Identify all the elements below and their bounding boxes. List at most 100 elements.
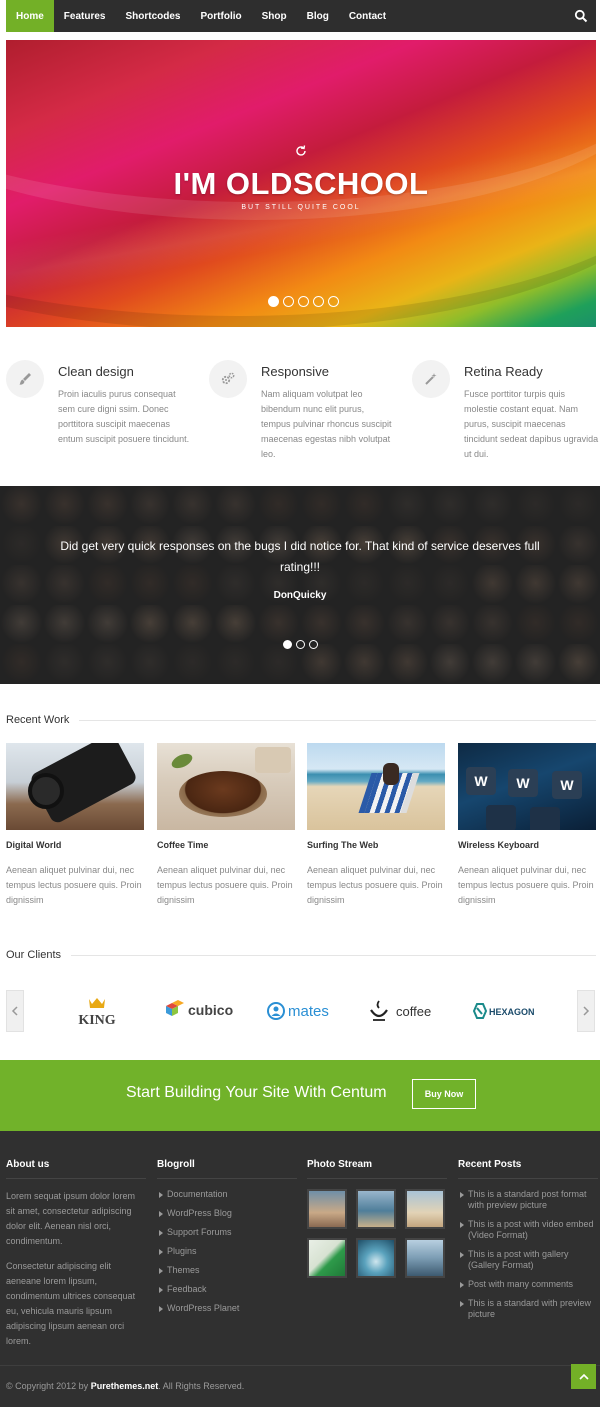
footer-blogroll: Blogroll Documentation WordPress Blog Su… <box>157 1159 297 1322</box>
client-logo-mates[interactable]: mates <box>266 996 336 1026</box>
work-item-digital-world[interactable]: Digital World Aenean aliquet pulvinar du… <box>6 743 144 905</box>
testimonial-dot[interactable] <box>296 640 305 649</box>
feature-title: Clean design <box>58 364 134 379</box>
leaf-shape <box>169 750 195 772</box>
camera-lens-shape <box>28 773 64 809</box>
recent-work-heading: Recent Work <box>6 714 596 726</box>
clients-next-button[interactable] <box>577 990 595 1032</box>
client-logo-text: HEXAGON <box>489 1007 535 1017</box>
testimonial-dot[interactable] <box>283 640 292 649</box>
blogroll-link[interactable]: Plugins <box>157 1246 297 1257</box>
clients-prev-button[interactable] <box>6 990 24 1032</box>
recent-post-link[interactable]: This is a standard post format with prev… <box>458 1189 598 1211</box>
blogroll-link[interactable]: Documentation <box>157 1189 297 1200</box>
work-item-wireless-keyboard[interactable]: W W W Wireless Keyboard Aenean aliquet p… <box>458 743 596 905</box>
work-thumbnail-beach[interactable] <box>307 743 445 830</box>
cube-logo-icon: cubico <box>166 1000 233 1018</box>
main-navigation: Home Features Shortcodes Portfolio Shop … <box>6 0 596 32</box>
footer-recent-posts: Recent Posts This is a standard post for… <box>458 1159 598 1328</box>
hero-pagination <box>268 296 339 307</box>
client-logo-text: mates <box>288 1003 329 1020</box>
hero-dot[interactable] <box>328 296 339 307</box>
work-title[interactable]: Wireless Keyboard <box>458 840 539 850</box>
footer-column-title: About us <box>6 1159 146 1179</box>
testimonial-overlay <box>0 486 600 684</box>
back-to-top-button[interactable] <box>571 1364 596 1389</box>
nav-item-contact[interactable]: Contact <box>339 0 396 32</box>
nav-item-features[interactable]: Features <box>54 0 116 32</box>
hero-dot[interactable] <box>283 296 294 307</box>
blogroll-link[interactable]: WordPress Planet <box>157 1303 297 1314</box>
hero-title: I'M OLDSCHOOL <box>173 166 429 201</box>
client-logo-hexagon[interactable]: HEXAGON <box>468 996 544 1026</box>
photo-thumbnail[interactable] <box>356 1189 396 1229</box>
recent-post-link[interactable]: This is a post with video embed (Video F… <box>458 1219 598 1241</box>
hero-slider[interactable]: I'M OLDSCHOOL BUT STILL QUITE COOL <box>6 40 596 327</box>
client-logo-cubico[interactable]: cubico <box>162 996 234 1026</box>
blogroll-link[interactable]: Support Forums <box>157 1227 297 1238</box>
recent-post-link[interactable]: This is a standard with preview picture <box>458 1298 598 1320</box>
brush-icon <box>6 360 44 398</box>
photo-thumbnail[interactable] <box>307 1189 347 1229</box>
footer-column-title: Photo Stream <box>307 1159 447 1179</box>
work-item-surfing-the-web[interactable]: Surfing The Web Aenean aliquet pulvinar … <box>307 743 445 905</box>
section-title: Our Clients <box>6 949 62 961</box>
client-logo-text: cubico <box>188 1002 233 1018</box>
footer-column-title: Blogroll <box>157 1159 297 1179</box>
testimonial-dot[interactable] <box>309 640 318 649</box>
hero-dot[interactable] <box>313 296 324 307</box>
blogroll-link[interactable]: Feedback <box>157 1284 297 1295</box>
work-thumbnail-camera[interactable] <box>6 743 144 830</box>
photo-thumbnail[interactable] <box>405 1238 445 1278</box>
cta-text: Start Building Your Site With Centum <box>126 1084 387 1101</box>
crown-icon: KING <box>78 998 116 1026</box>
work-title[interactable]: Coffee Time <box>157 840 208 850</box>
nav-item-home[interactable]: Home <box>6 0 54 32</box>
work-text: Aenean aliquet pulvinar dui, nec tempus … <box>307 865 443 905</box>
hero-dot[interactable] <box>268 296 279 307</box>
magic-wand-icon <box>412 360 450 398</box>
work-thumbnail-coffee[interactable] <box>157 743 295 830</box>
nav-item-shop[interactable]: Shop <box>252 0 297 32</box>
chevron-right-icon <box>583 1006 590 1016</box>
feature-text: Proin iaculis purus consequat sem cure d… <box>58 389 190 444</box>
work-item-coffee-time[interactable]: Coffee Time Aenean aliquet pulvinar dui,… <box>157 743 295 905</box>
section-title: Recent Work <box>6 714 70 726</box>
coffee-cup-icon: coffee <box>370 1000 431 1021</box>
blogroll-link[interactable]: Themes <box>157 1265 297 1276</box>
hero-subtitle: BUT STILL QUITE COOL <box>241 204 361 211</box>
testimonial-author: DonQuicky <box>273 590 327 601</box>
recent-post-link[interactable]: Post with many comments <box>458 1279 598 1290</box>
photo-thumbnail[interactable] <box>356 1238 396 1278</box>
copyright-brand-link[interactable]: Purethemes.net <box>91 1381 159 1391</box>
work-title[interactable]: Surfing The Web <box>307 840 378 850</box>
footer-photo-stream: Photo Stream <box>307 1159 447 1278</box>
nav-item-shortcodes[interactable]: Shortcodes <box>115 0 190 32</box>
divider <box>71 954 596 956</box>
search-icon[interactable] <box>574 9 588 23</box>
photo-thumbnail[interactable] <box>405 1189 445 1229</box>
key-w-shape: W <box>466 767 496 795</box>
person-shape <box>383 763 399 785</box>
buy-now-button[interactable]: Buy Now <box>412 1079 476 1109</box>
footer-divider <box>0 1365 600 1366</box>
work-thumbnail-keyboard[interactable]: W W W <box>458 743 596 830</box>
nav-item-blog[interactable]: Blog <box>297 0 339 32</box>
footer-about-text: Consectetur adipiscing elit aeneane lore… <box>6 1261 136 1346</box>
photo-thumbnail[interactable] <box>307 1238 347 1278</box>
recent-posts-list: This is a standard post format with prev… <box>458 1189 598 1320</box>
work-title[interactable]: Digital World <box>6 840 61 850</box>
nav-item-portfolio[interactable]: Portfolio <box>191 0 252 32</box>
cup-shape <box>255 747 291 773</box>
footer-column-title: Recent Posts <box>458 1159 598 1179</box>
client-logo-coffee[interactable]: coffee <box>368 996 438 1026</box>
blogroll-link[interactable]: WordPress Blog <box>157 1208 297 1219</box>
hero-dot[interactable] <box>298 296 309 307</box>
feature-text: Nam aliquam volutpat leo bibendum nunc e… <box>261 389 392 459</box>
copyright-text: © Copyright 2012 by Purethemes.net. All … <box>6 1381 244 1391</box>
key-shape <box>530 807 560 830</box>
recent-post-link[interactable]: This is a post with gallery (Gallery For… <box>458 1249 598 1271</box>
work-text: Aenean aliquet pulvinar dui, nec tempus … <box>458 865 594 905</box>
footer-about: About us Lorem sequat ipsum dolor lorem … <box>6 1159 146 1349</box>
client-logo-king[interactable]: KING <box>74 996 120 1026</box>
